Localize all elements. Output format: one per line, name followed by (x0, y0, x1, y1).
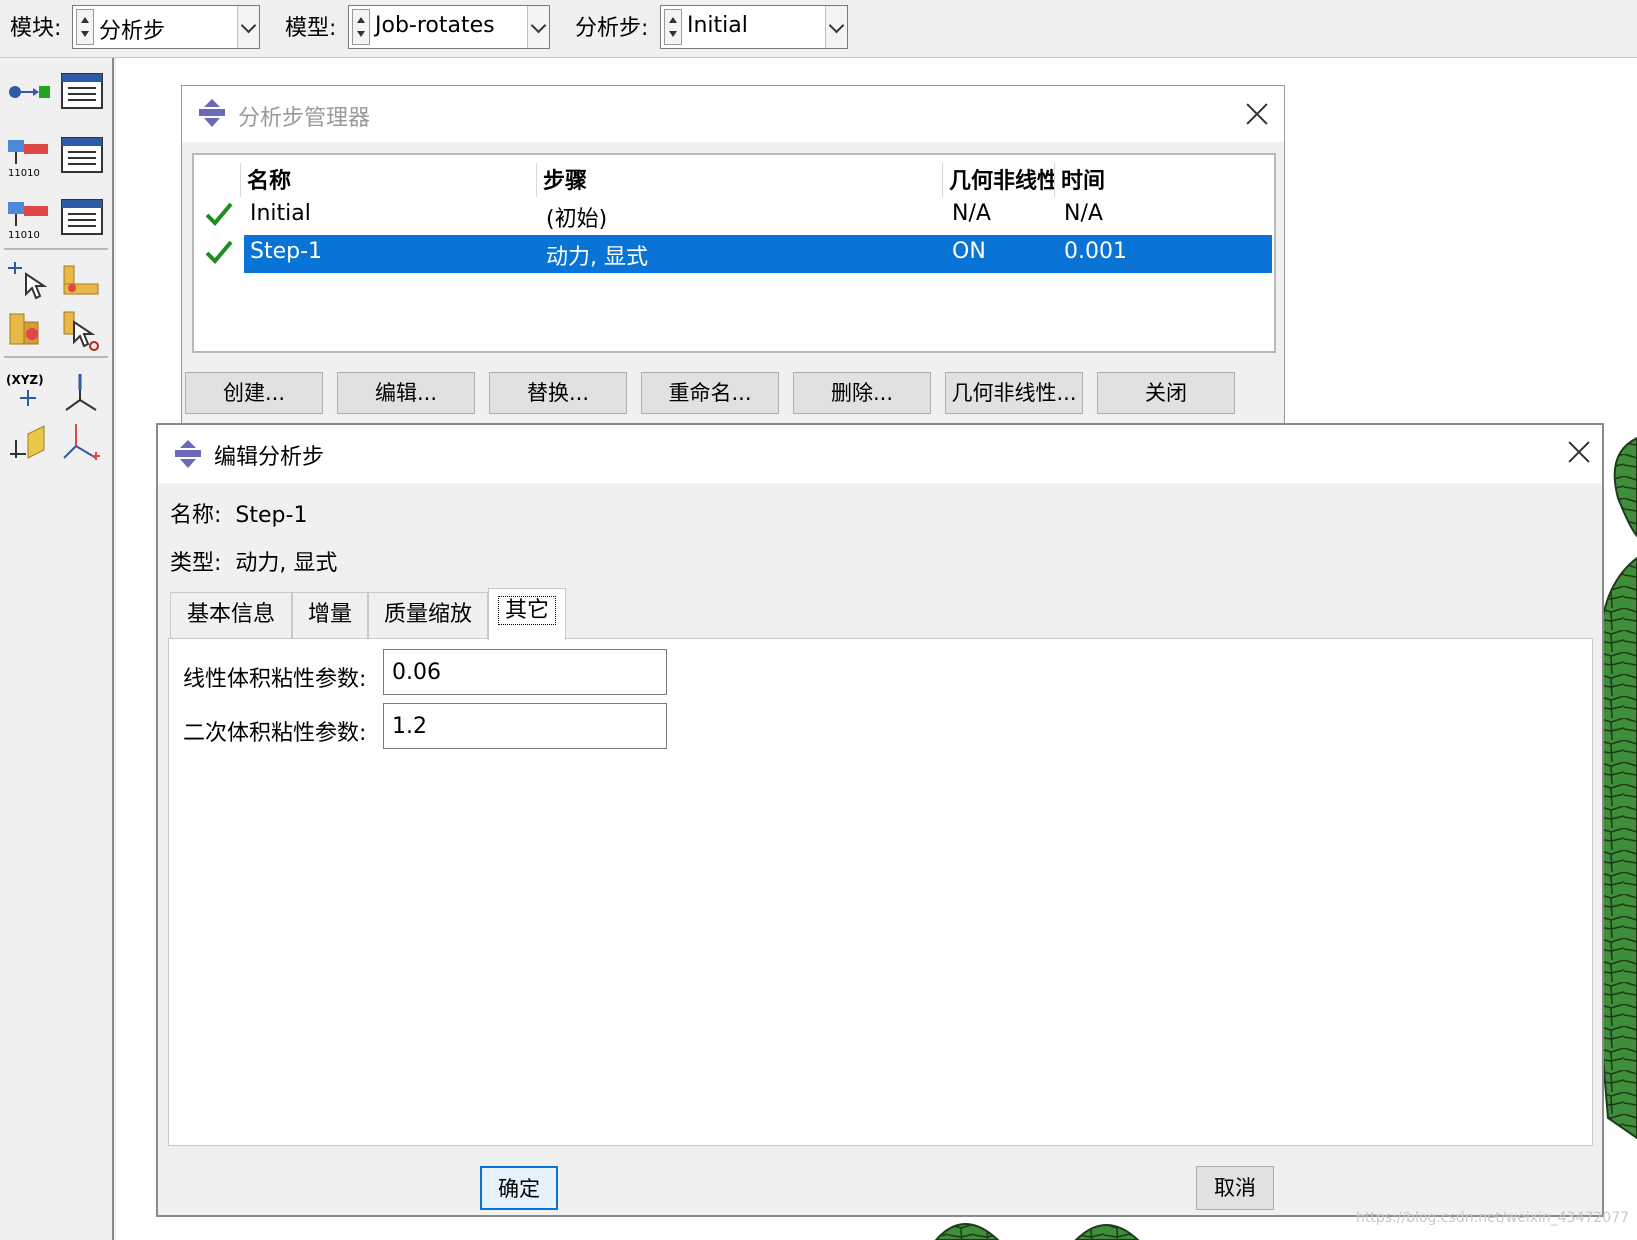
linear-bulk-viscosity-label: 线性体积粘性参数: (183, 667, 367, 692)
edit-step-titlebar[interactable]: 编辑分析步 (158, 425, 1602, 483)
model-value: Job-rotates (375, 13, 495, 38)
step-procedure: (初始) (546, 207, 608, 232)
chevron-down-icon[interactable] (527, 6, 549, 48)
step-manager-icon[interactable] (60, 70, 104, 114)
mesh-tool-scissors-icon[interactable] (60, 308, 104, 352)
ok-button[interactable]: 确定 (480, 1166, 558, 1210)
quadratic-bulk-viscosity-input[interactable] (383, 703, 667, 749)
cancel-button[interactable]: 取消 (1196, 1166, 1274, 1210)
module-label: 模块: (10, 16, 62, 41)
tab-mass-scaling[interactable]: 质量缩放 (368, 592, 488, 638)
field-output-request-icon[interactable]: 11010 (6, 134, 50, 179)
name-value: Step-1 (235, 503, 308, 528)
step-nlgeom: ON (952, 239, 986, 264)
delete-button[interactable]: 删除... (793, 372, 931, 414)
step-icon (175, 440, 201, 468)
step-table: 名称 步骤 几何非线性 时间 Initial (初始) N/A N/A Step… (192, 153, 1276, 353)
create-datum-csys-icon[interactable] (60, 420, 104, 464)
step-type-line: 类型: 动力, 显式 (170, 545, 337, 577)
type-label: 类型: (170, 551, 222, 576)
edit-step-dialog: 编辑分析步 名称: Step-1 类型: 动力, 显式 基本信息 增量 质量缩放 其… (156, 423, 1604, 1217)
tab-panel-other: 线性体积粘性参数: 二次体积粘性参数: (168, 638, 1593, 1146)
step-time: N/A (1064, 201, 1103, 226)
tab-incrementation[interactable]: 增量 (292, 592, 368, 638)
type-value: 动力, 显式 (235, 551, 338, 576)
rename-button[interactable]: 重命名... (641, 372, 779, 414)
toolbox-divider (4, 248, 108, 250)
create-button[interactable]: 创建... (185, 372, 323, 414)
create-datum-axis-icon[interactable] (60, 370, 104, 414)
name-label: 名称: (170, 503, 222, 528)
field-output-manager-icon[interactable] (60, 134, 104, 178)
create-datum-plane-icon[interactable] (6, 420, 50, 464)
tab-other[interactable]: 其它 (488, 588, 566, 640)
step-name: Step-1 (250, 239, 323, 264)
tab-basic[interactable]: 基本信息 (170, 592, 292, 638)
svg-text:11010: 11010 (8, 168, 40, 178)
svg-text:11010: 11010 (8, 230, 40, 240)
close-icon[interactable] (1568, 441, 1590, 463)
linear-bulk-viscosity-input[interactable] (383, 649, 667, 695)
close-icon[interactable] (1246, 103, 1268, 125)
step-label: 分析步: (575, 16, 649, 41)
step-value: Initial (687, 13, 748, 38)
step-icon (199, 99, 225, 127)
history-output-manager-icon[interactable] (60, 196, 104, 240)
table-row-selected[interactable]: Step-1 动力, 显式 ON 0.001 (244, 235, 1272, 273)
svg-text:(XYZ): (XYZ) (6, 373, 44, 387)
adaptive-mesh-controls-icon[interactable] (60, 260, 104, 304)
watermark: https://blog.csdn.net/weixin_43472077 (1356, 1210, 1630, 1226)
adaptive-mesh-domain-icon[interactable] (6, 260, 50, 304)
step-manager-dialog: 分析步管理器 名称 步骤 几何非线性 时间 Initial (初始) N/A N… (181, 85, 1285, 425)
step-nlgeom: N/A (952, 201, 991, 226)
column-header-nlgeom[interactable]: 几何非线性 (942, 163, 1054, 197)
column-header-time[interactable]: 时间 (1054, 163, 1222, 197)
ale-constraints-icon[interactable] (6, 308, 50, 352)
table-row[interactable]: Initial (初始) N/A N/A (244, 197, 1272, 235)
chevron-down-icon[interactable] (237, 6, 259, 48)
model-combo[interactable]: Job-rotates (348, 5, 550, 49)
step-combo[interactable]: Initial (660, 5, 848, 49)
nlgeom-button[interactable]: 几何非线性... (945, 372, 1083, 414)
step-name: Initial (250, 201, 311, 226)
create-step-icon[interactable] (6, 70, 50, 114)
spinner-icon[interactable] (76, 9, 94, 45)
checkmark-icon (205, 240, 233, 264)
edit-step-title: 编辑分析步 (214, 445, 325, 470)
toolbox-divider (4, 356, 108, 358)
quadratic-bulk-viscosity-label: 二次体积粘性参数: (183, 721, 367, 746)
close-button[interactable]: 关闭 (1097, 372, 1235, 414)
create-datum-point-icon[interactable]: (XYZ) (6, 370, 50, 414)
replace-button[interactable]: 替换... (489, 372, 627, 414)
chevron-down-icon[interactable] (825, 6, 847, 48)
history-output-request-icon[interactable]: 11010 (6, 196, 50, 241)
checkmark-icon (205, 202, 233, 226)
step-time: 0.001 (1064, 239, 1127, 264)
model-label: 模型: (285, 16, 337, 41)
spinner-icon[interactable] (352, 9, 370, 45)
spinner-icon[interactable] (664, 9, 682, 45)
edit-button[interactable]: 编辑... (337, 372, 475, 414)
toolbox: 11010 11010 (XYZ) (0, 58, 114, 1240)
column-header-procedure[interactable]: 步骤 (536, 163, 942, 197)
step-name-line: 名称: Step-1 (170, 497, 307, 529)
column-header-name[interactable]: 名称 (240, 163, 536, 197)
context-bar: 模块: 分析步 模型: Job-rotates 分析步: Initial (0, 0, 1637, 58)
step-procedure: 动力, 显式 (546, 245, 648, 270)
step-manager-title: 分析步管理器 (238, 106, 371, 131)
module-combo[interactable]: 分析步 (72, 5, 260, 49)
step-manager-titlebar[interactable]: 分析步管理器 (182, 86, 1284, 142)
module-value: 分析步 (99, 19, 166, 44)
